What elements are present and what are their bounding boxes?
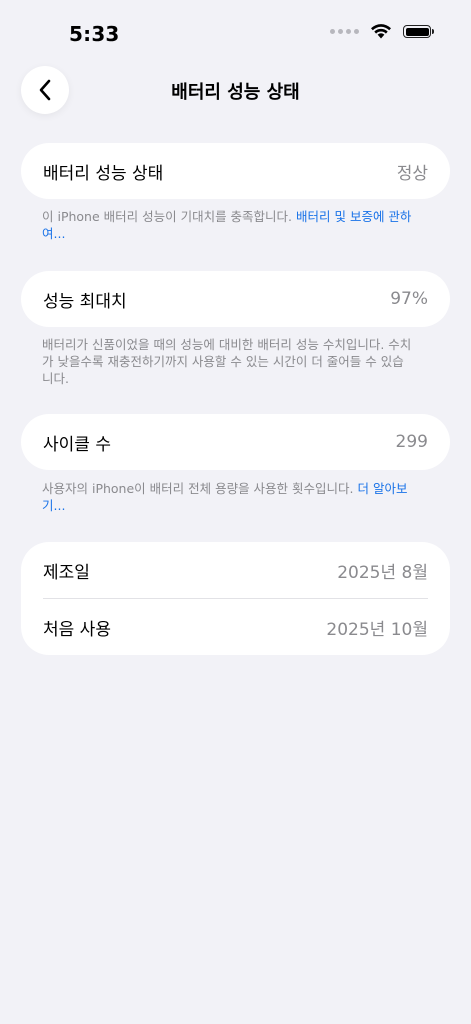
status-time: 5:33 — [69, 22, 120, 46]
cycle-count-label: 사이클 수 — [43, 434, 111, 455]
manufacture-date-label: 제조일 — [43, 562, 90, 583]
battery-health-footer: 이 iPhone 배터리 성능이 기대치를 충족합니다. 배터리 및 보증에 관… — [42, 208, 412, 242]
first-use-row: 처음 사용 2025년 10월 — [21, 599, 450, 655]
cycle-count-value: 299 — [395, 432, 428, 452]
first-use-value: 2025년 10월 — [326, 619, 428, 640]
battery-health-row: 배터리 성능 상태 정상 — [21, 143, 450, 199]
cellular-signal-icon — [330, 29, 359, 34]
status-icons — [330, 24, 434, 39]
max-capacity-description: 배터리가 신품이었을 때의 성능에 대비한 배터리 성능 수치입니다. 수치가 … — [42, 337, 412, 386]
status-bar: 5:33 — [0, 0, 471, 60]
page-title: 배터리 성능 상태 — [171, 82, 300, 103]
cycle-count-footer: 사용자의 iPhone이 배터리 전체 용량을 사용한 횟수입니다. 더 알아보… — [42, 480, 412, 514]
max-capacity-footer: 배터리가 신품이었을 때의 성능에 대비한 배터리 성능 수치입니다. 수치가 … — [42, 336, 412, 387]
battery-health-description: 이 iPhone 배터리 성능이 기대치를 충족합니다. — [42, 209, 297, 224]
max-capacity-label: 성능 최대치 — [43, 291, 127, 312]
max-capacity-row: 성능 최대치 97% — [21, 271, 450, 327]
battery-health-label: 배터리 성능 상태 — [43, 163, 164, 184]
cycle-count-card: 사이클 수 299 — [21, 414, 450, 470]
battery-icon — [403, 25, 434, 38]
cycle-count-description: 사용자의 iPhone이 배터리 전체 용량을 사용한 횟수입니다. — [42, 481, 358, 496]
dates-card: 제조일 2025년 8월 처음 사용 2025년 10월 — [21, 542, 450, 655]
manufacture-date-row: 제조일 2025년 8월 — [21, 542, 450, 598]
battery-health-value: 정상 — [396, 163, 428, 184]
manufacture-date-value: 2025년 8월 — [337, 562, 428, 583]
cycle-count-row: 사이클 수 299 — [21, 414, 450, 470]
wifi-icon — [371, 24, 391, 39]
first-use-label: 처음 사용 — [43, 619, 111, 640]
max-capacity-card: 성능 최대치 97% — [21, 271, 450, 327]
navigation-bar: 배터리 성능 상태 — [0, 66, 471, 114]
max-capacity-value: 97% — [390, 289, 428, 309]
battery-health-card: 배터리 성능 상태 정상 — [21, 143, 450, 199]
